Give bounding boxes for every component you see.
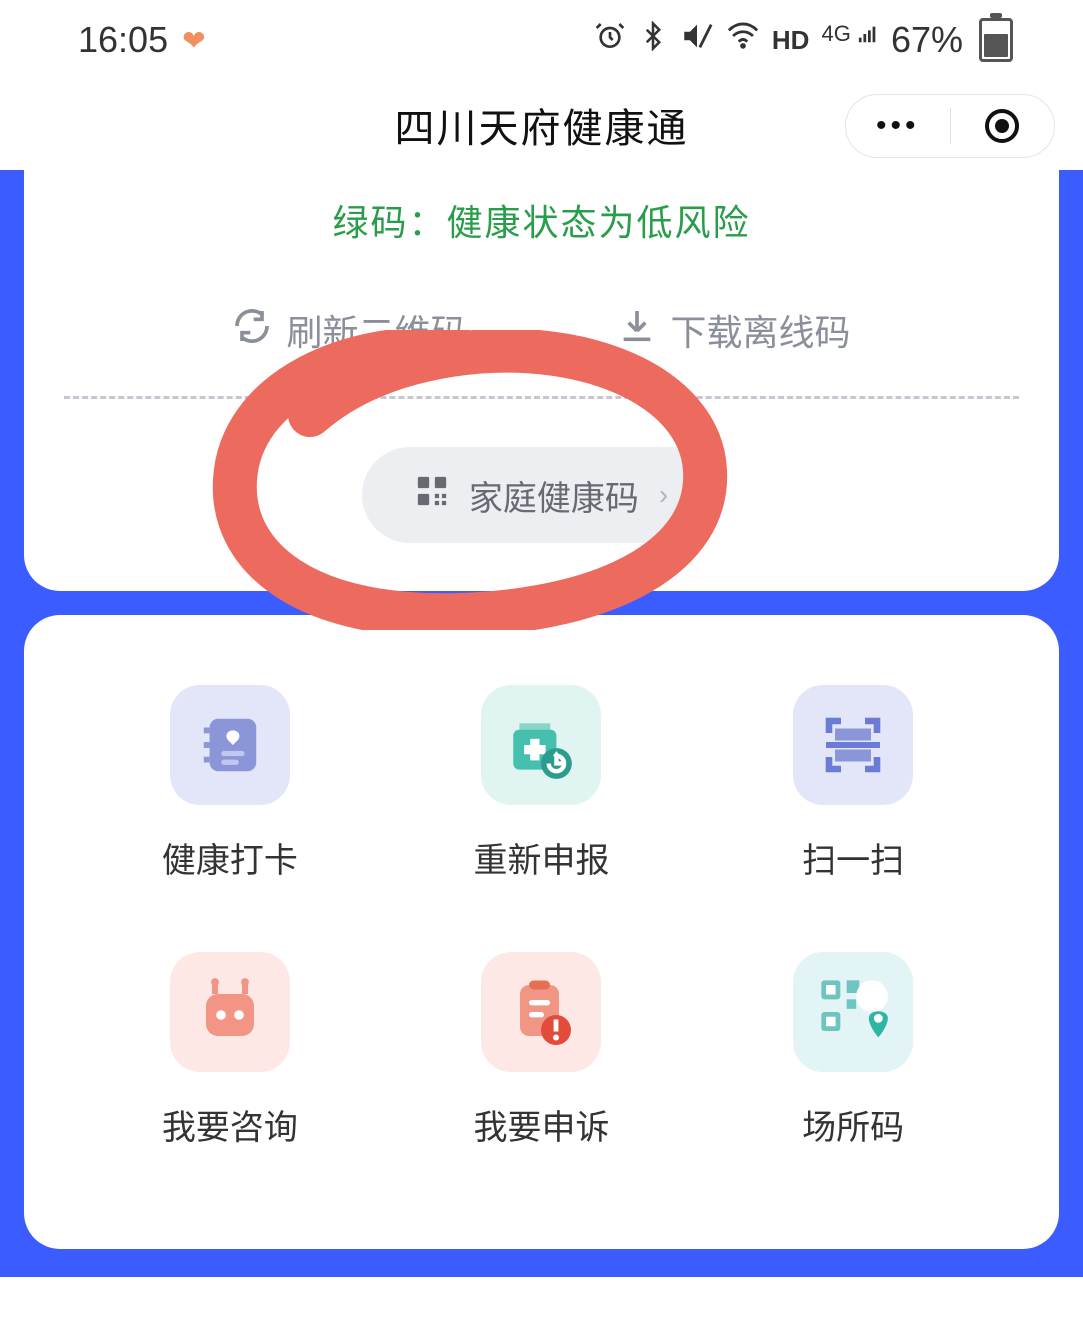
qr-icon — [415, 474, 449, 517]
target-icon — [985, 109, 1019, 143]
battery-text: 67% — [891, 19, 963, 61]
family-health-code-button[interactable]: 家庭健康码 › — [362, 447, 722, 543]
grid-label: 健康打卡 — [162, 833, 298, 882]
grid-item-appeal[interactable]: 我要申诉 — [386, 952, 698, 1149]
grid-label: 场所码 — [802, 1100, 904, 1149]
chevron-right-icon: › — [659, 479, 668, 511]
health-checkin-icon — [170, 685, 290, 805]
nav-bar: 四川天府健康通 ••• — [0, 80, 1083, 170]
battery-icon — [979, 18, 1013, 62]
grid-item-venue-code[interactable]: 场所码 — [697, 952, 1009, 1149]
download-offline-button[interactable]: 下载离线码 — [617, 304, 851, 356]
refresh-label: 刷新二维码 — [286, 304, 466, 356]
grid-label: 我要申诉 — [473, 1100, 609, 1149]
heart-icon: ❤ — [182, 24, 205, 57]
health-status-text: 绿码：健康状态为低风险 — [24, 170, 1059, 286]
status-time: 16:05 — [78, 19, 168, 61]
grid-label: 扫一扫 — [802, 833, 904, 882]
bluetooth-icon — [638, 21, 668, 59]
venue-code-icon — [793, 952, 913, 1072]
grid-item-scan[interactable]: 扫一扫 — [697, 685, 1009, 882]
status-right: HD 4G 67% — [594, 18, 1013, 62]
alarm-icon — [594, 20, 626, 60]
grid-label: 重新申报 — [473, 833, 609, 882]
miniprogram-capsule: ••• — [845, 94, 1055, 158]
download-label: 下载离线码 — [671, 304, 851, 356]
dashed-divider — [64, 396, 1019, 399]
grid-item-redeclare[interactable]: 重新申报 — [386, 685, 698, 882]
status-left: 16:05 ❤ — [78, 19, 206, 61]
action-row: 刷新二维码 下载离线码 — [24, 286, 1059, 396]
feature-grid: 健康打卡 重新申报 扫一扫 我要咨询 我要申诉 — [24, 615, 1059, 1249]
family-code-label: 家庭健康码 — [469, 471, 639, 520]
mute-icon — [680, 19, 714, 61]
hd-label: HD — [772, 25, 810, 56]
refresh-qr-button[interactable]: 刷新二维码 — [232, 304, 466, 356]
consult-icon — [170, 952, 290, 1072]
status-bar: 16:05 ❤ HD 4G 67% — [0, 0, 1083, 80]
scan-icon — [793, 685, 913, 805]
network-label: 4G — [821, 21, 878, 47]
grid-item-health-checkin[interactable]: 健康打卡 — [74, 685, 386, 882]
capsule-menu-button[interactable]: ••• — [846, 109, 950, 143]
capsule-close-button[interactable] — [951, 109, 1055, 143]
main-content: 绿码：健康状态为低风险 刷新二维码 下载离线码 家庭健康码 › — [0, 170, 1083, 1277]
grid-label: 我要咨询 — [162, 1100, 298, 1149]
page-title: 四川天府健康通 — [395, 96, 689, 154]
refresh-icon — [232, 306, 272, 355]
grid-item-consult[interactable]: 我要咨询 — [74, 952, 386, 1149]
wifi-icon — [726, 19, 760, 61]
appeal-icon — [481, 952, 601, 1072]
download-icon — [617, 306, 657, 355]
health-card: 绿码：健康状态为低风险 刷新二维码 下载离线码 家庭健康码 › — [24, 170, 1059, 591]
redeclare-icon — [481, 685, 601, 805]
